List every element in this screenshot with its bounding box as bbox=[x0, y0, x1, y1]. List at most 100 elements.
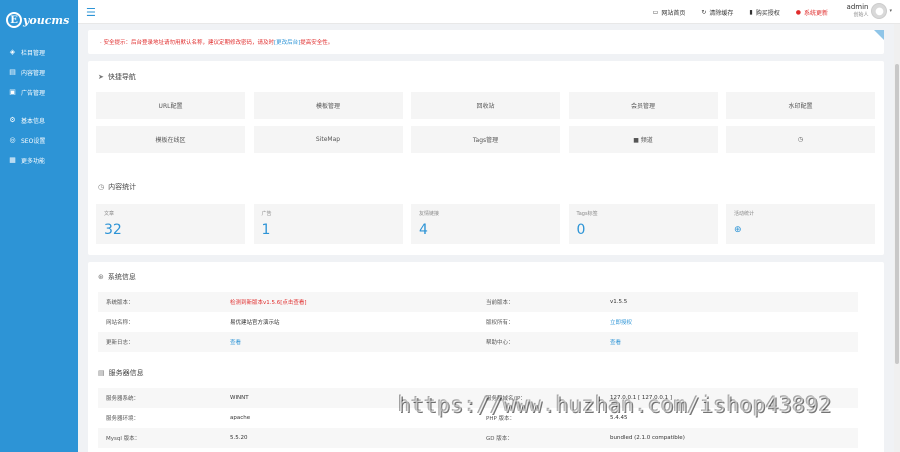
user-text: admin 创始人 bbox=[847, 3, 869, 19]
alert-text: · 安全提示：后台登录地址请勿用默认名称，建议定期修改密码，请及时 bbox=[100, 40, 274, 46]
server-title: ▤ 服务器信息 bbox=[98, 368, 144, 378]
quick-template-manage[interactable]: 模板管理 bbox=[253, 92, 403, 119]
sidebar-item-seo[interactable]: ◎ SEO设置 bbox=[0, 130, 78, 150]
system-update-label: 系统更新 bbox=[803, 9, 828, 17]
scrollbar[interactable] bbox=[894, 24, 900, 452]
function-icon: ▦ bbox=[9, 156, 16, 164]
stat-value: 32 bbox=[104, 222, 122, 238]
stat-value: 0 bbox=[576, 222, 586, 238]
system-info-table: 系统版本： 检测到新版本v1.5.6[点击查看] 当前版本： v1.5.5 网站… bbox=[98, 292, 858, 352]
stat-tags[interactable]: Tags标签 0 bbox=[568, 204, 718, 244]
gear-icon: ⊛ bbox=[98, 273, 104, 281]
sidebar-item-columns[interactable]: ◈ 栏目管理 bbox=[0, 42, 78, 62]
stat-ads[interactable]: 广告 1 bbox=[253, 204, 403, 244]
send-icon: ➤ bbox=[98, 73, 104, 81]
system-title-text: 系统信息 bbox=[107, 273, 136, 281]
stat-label: 活动统计 bbox=[734, 211, 755, 217]
system-info-panel: ⊛ 系统信息 系统版本： 检测到新版本v1.5.6[点击查看] 当前版本： v1… bbox=[88, 262, 884, 452]
quick-clock-icon[interactable]: ◷ bbox=[726, 126, 875, 153]
topbar: ☰ ▭ 网站首页 ↻ 清除缓存 ▮ 购买授权 ● 系统更新 admin 创始人 … bbox=[78, 0, 900, 24]
quick-nav-grid: URL配置 模板管理 回收站 会员管理 水印配置 模板在线区 SiteMap T… bbox=[96, 92, 875, 153]
sidebar-item-ads[interactable]: ▣ 广告管理 bbox=[0, 82, 78, 102]
table-row: 更新日志： 查看 帮助中心： 查看 bbox=[98, 332, 858, 352]
table-row: 系统版本： 检测到新版本v1.5.6[点击查看] 当前版本： v1.5.5 bbox=[98, 292, 858, 312]
sidebar-item-label: 内容管理 bbox=[21, 69, 46, 77]
gd-version: bundled (2.1.0 compatible) bbox=[610, 435, 685, 441]
authorize-link[interactable]: 立即授权 bbox=[610, 318, 858, 326]
user-menu[interactable]: admin 创始人 ● ▾ bbox=[847, 3, 892, 19]
sidebar-menu: ◈ 栏目管理 ▤ 内容管理 ▣ 广告管理 ⚙ 基本信息 ◎ SEO设置 ▦ 更多… bbox=[0, 42, 78, 170]
label-server-env: 服务器环境： bbox=[106, 416, 140, 422]
clock-icon: ◷ bbox=[98, 183, 105, 191]
site-home-label: 网站首页 bbox=[661, 9, 686, 17]
change-admin-link[interactable]: [更改后台] bbox=[274, 38, 300, 46]
quick-tags-manage[interactable]: Tags管理 bbox=[411, 126, 560, 153]
site-name: 易优建站官方演示站 bbox=[230, 320, 280, 326]
mysql-version: 5.5.20 bbox=[230, 435, 248, 441]
document-icon: ▤ bbox=[9, 68, 16, 76]
label-system-version: 系统版本： bbox=[106, 300, 134, 306]
sidebar-item-more[interactable]: ▦ 更多功能 bbox=[0, 150, 78, 170]
quick-recycle-bin[interactable]: 回收站 bbox=[411, 92, 560, 119]
quick-nav-title: ➤ 快捷导航 bbox=[98, 72, 136, 82]
stats-title: ◷ 内容统计 bbox=[98, 182, 136, 192]
menu-divider bbox=[0, 102, 78, 110]
quick-channel[interactable]: ■ 频道 bbox=[568, 126, 718, 153]
menu-toggle-icon[interactable]: ☰ bbox=[86, 6, 96, 19]
user-role: 创始人 bbox=[853, 12, 869, 18]
settings-icon: ⚙ bbox=[9, 116, 16, 124]
sidebar-item-basic-info[interactable]: ⚙ 基本信息 bbox=[0, 110, 78, 130]
logo-text: youcms bbox=[23, 13, 70, 27]
logo[interactable]: E youcms bbox=[0, 0, 78, 40]
image-icon: ▣ bbox=[9, 88, 16, 96]
help-link[interactable]: 查看 bbox=[610, 338, 858, 346]
quick-template-online[interactable]: 模板在线区 bbox=[96, 126, 245, 153]
server-title-text: 服务器信息 bbox=[108, 369, 144, 377]
alert-suffix: 提高安全性。 bbox=[300, 40, 334, 46]
quick-url-config[interactable]: URL配置 bbox=[96, 92, 245, 119]
stat-label: 友情链接 bbox=[419, 211, 440, 217]
label-mysql-version: Mysql 版本： bbox=[106, 436, 141, 442]
user-name: admin bbox=[846, 3, 869, 11]
seo-icon: ◎ bbox=[9, 136, 16, 144]
clear-cache-link[interactable]: ↻ 清除缓存 bbox=[701, 8, 733, 17]
stat-value: 4 bbox=[419, 222, 428, 238]
label-site-name: 网站名称： bbox=[106, 320, 134, 326]
label-changelog: 更新日志： bbox=[106, 340, 134, 346]
stat-articles[interactable]: 文章 32 bbox=[96, 204, 245, 244]
sidebar-item-label: 栏目管理 bbox=[21, 49, 46, 57]
system-update-link[interactable]: ● 系统更新 bbox=[796, 8, 828, 17]
sidebar-item-content[interactable]: ▤ 内容管理 bbox=[0, 62, 78, 82]
stats-title-text: 内容统计 bbox=[108, 183, 137, 191]
label-gd-version: GD 版本： bbox=[486, 436, 513, 442]
table-row: Mysql 版本： 5.5.20 GD 版本： bundled (2.1.0 c… bbox=[98, 428, 858, 448]
alert-icon: ● bbox=[795, 8, 801, 16]
stats-grid: 文章 32 广告 1 友情链接 4 Tags标签 0 活动统计 ⊕ bbox=[96, 204, 875, 244]
table-row: 网站名称： 易优建站官方演示站 版权所有： 立即授权 bbox=[98, 312, 858, 332]
sidebar: E youcms ◈ 栏目管理 ▤ 内容管理 ▣ 广告管理 ⚙ 基本信息 ◎ S… bbox=[0, 0, 78, 452]
buy-license-link[interactable]: ▮ 购买授权 bbox=[749, 8, 779, 17]
stat-activity[interactable]: 活动统计 ⊕ bbox=[726, 204, 875, 244]
changelog-link[interactable]: 查看 bbox=[230, 338, 478, 346]
layers-icon: ◈ bbox=[9, 48, 16, 56]
add-circle-icon: ⊕ bbox=[734, 225, 742, 235]
security-alert: · 安全提示：后台登录地址请勿用默认名称，建议定期修改密码，请及时 [更改后台]… bbox=[88, 30, 884, 54]
scrollbar-thumb[interactable] bbox=[895, 64, 899, 364]
quick-member-manage[interactable]: 会员管理 bbox=[568, 92, 718, 119]
sidebar-item-label: SEO设置 bbox=[21, 137, 46, 145]
bookmark-icon: ▮ bbox=[749, 8, 753, 16]
clear-cache-label: 清除缓存 bbox=[709, 9, 734, 17]
quick-sitemap[interactable]: SiteMap bbox=[253, 126, 403, 153]
sidebar-item-label: 广告管理 bbox=[21, 89, 46, 97]
new-version-link[interactable]: 检测到新版本v1.5.6[点击查看] bbox=[230, 298, 478, 306]
monitor-icon: ▭ bbox=[652, 8, 659, 16]
stat-label: 文章 bbox=[104, 211, 115, 217]
sidebar-item-label: 基本信息 bbox=[21, 117, 46, 125]
stat-links[interactable]: 友情链接 4 bbox=[411, 204, 560, 244]
watermark: https://www.huzhan.com/ishop43892 bbox=[398, 393, 832, 417]
site-home-link[interactable]: ▭ 网站首页 bbox=[653, 8, 686, 17]
quick-watermark-config[interactable]: 水印配置 bbox=[726, 92, 875, 119]
label-server-os: 服务器系统： bbox=[106, 396, 140, 402]
chevron-down-icon[interactable]: ▾ bbox=[889, 8, 892, 14]
avatar[interactable]: ● bbox=[871, 3, 888, 19]
